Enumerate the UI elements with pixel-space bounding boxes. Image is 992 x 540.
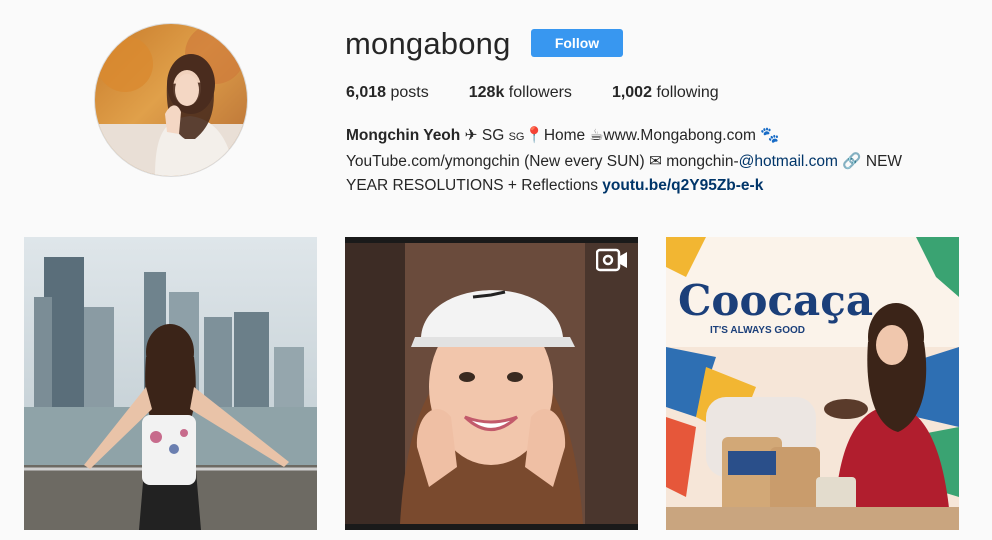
- bio-youtube-text: YouTube.com/ymongchin (New every SUN): [346, 152, 645, 170]
- igtv-video-icon: [596, 248, 627, 272]
- full-name: Mongchin Yeoh: [346, 127, 461, 144]
- post-1-photo: [24, 237, 317, 530]
- bio-website: www.Mongabong.com: [603, 127, 756, 144]
- bio-new-text: NEW: [865, 152, 903, 170]
- followers-stat[interactable]: 128k followers: [469, 84, 572, 102]
- follow-button[interactable]: Follow: [531, 29, 623, 57]
- followers-label: followers: [508, 84, 572, 101]
- following-count: 1,002: [611, 84, 652, 101]
- post-3-brand: Coocaça: [678, 276, 873, 325]
- avatar-photo: [95, 24, 247, 176]
- email-link[interactable]: @hotmail.com: [739, 153, 838, 170]
- post-tile-2[interactable]: [345, 237, 638, 530]
- posts-count: 6,018: [346, 84, 387, 101]
- bio-line-1: Mongchin Yeoh ✈ SG SG📍Home ☕www.Mongabon…: [346, 124, 946, 150]
- bio-home-text: Home: [543, 127, 586, 144]
- profile-avatar[interactable]: [94, 23, 248, 177]
- post-3-tagline: IT'S ALWAYS GOOD: [710, 325, 805, 336]
- post-tile-1[interactable]: [24, 237, 317, 530]
- sg-flag-icon: SG: [508, 131, 525, 143]
- bio-resolutions-text: YEAR RESOLUTIONS + Reflections: [346, 177, 598, 194]
- bio-sg-text: SG: [481, 127, 505, 144]
- post-2-photo: [345, 237, 638, 530]
- posts-stat: 6,018 posts: [346, 84, 429, 102]
- bio-email-prefix: mongchin-: [666, 152, 739, 170]
- following-stat[interactable]: 1,002 following: [612, 84, 719, 102]
- airplane-icon: ✈: [464, 127, 478, 144]
- mail-icon: ✉: [648, 152, 662, 170]
- profile-stats: 6,018 posts 128k followers 1,002 followi…: [346, 84, 759, 102]
- post-3-photo: Coocaça IT'S ALWAYS GOOD: [666, 237, 959, 530]
- bio-line-3: YEAR RESOLUTIONS + Reflections youtu.be/…: [346, 174, 946, 199]
- bio-line-2: YouTube.com/ymongchin (New every SUN) ✉ …: [346, 150, 946, 175]
- post-tile-3[interactable]: Coocaça IT'S ALWAYS GOOD: [666, 237, 959, 530]
- following-label: following: [656, 84, 719, 101]
- cat-icon: 🐾: [760, 127, 780, 144]
- posts-label: posts: [390, 84, 429, 101]
- profile-bio: Mongchin Yeoh ✈ SG SG📍Home ☕www.Mongabon…: [346, 124, 946, 199]
- link-icon: 🔗: [842, 152, 862, 170]
- followers-count: 128k: [468, 84, 505, 101]
- bio-external-link[interactable]: youtu.be/q2Y95Zb-e-k: [602, 177, 763, 194]
- pin-icon: 📍: [524, 127, 544, 144]
- profile-username: mongabong: [345, 26, 511, 61]
- cup-icon: ☕: [589, 127, 604, 144]
